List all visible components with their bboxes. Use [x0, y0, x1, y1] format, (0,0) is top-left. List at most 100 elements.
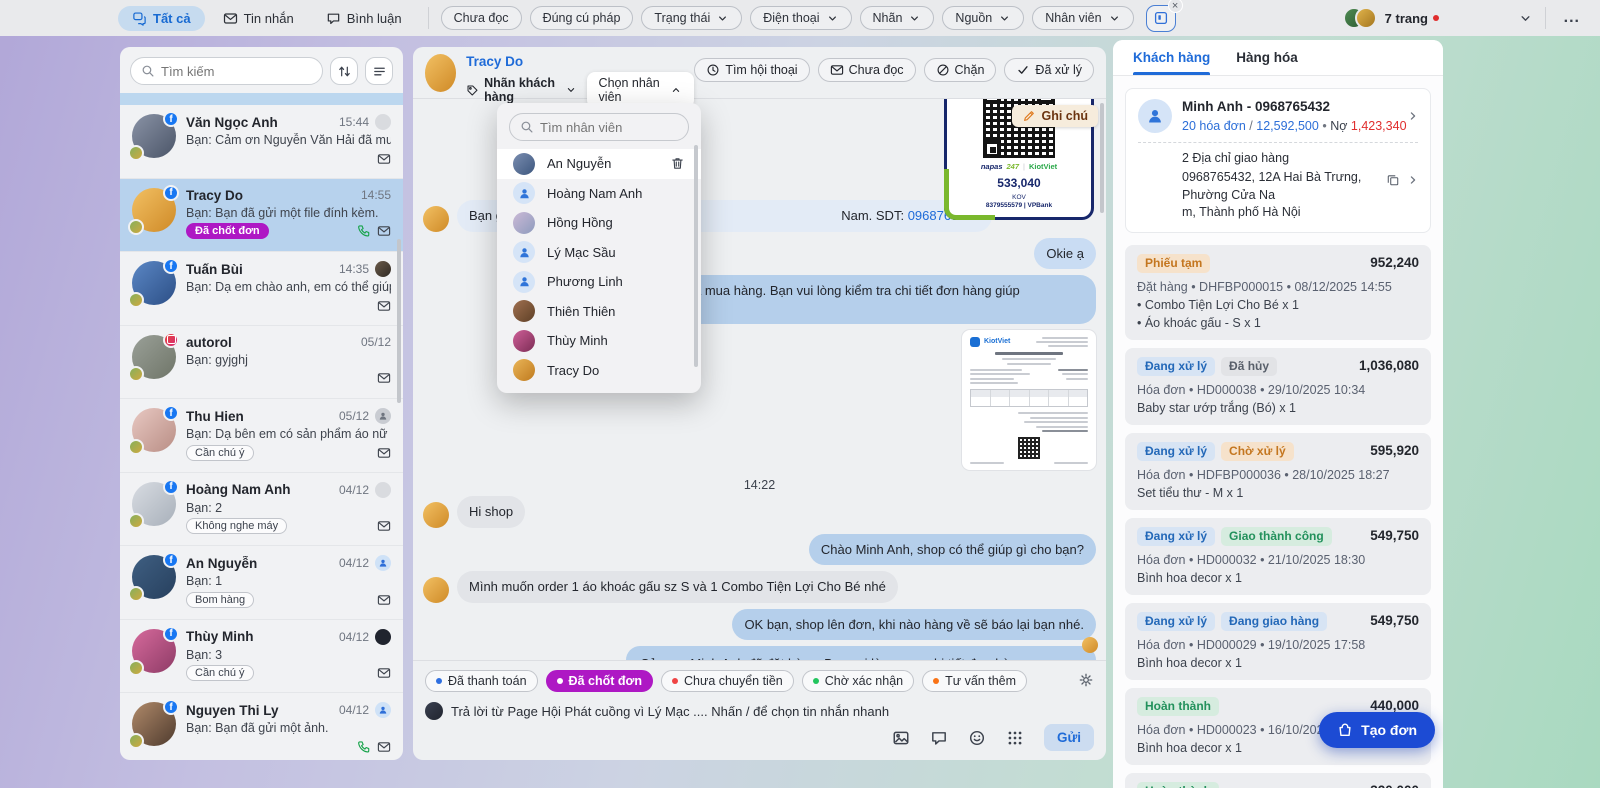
conversation-row[interactable]: An Nguyễn 04/12 Bạn: 1 Bom hàng: [120, 546, 403, 620]
find-conversation-button[interactable]: Tìm hội thoại: [694, 58, 810, 82]
more-menu-button[interactable]: ...: [1558, 9, 1586, 27]
facebook-icon: [163, 184, 179, 201]
composer[interactable]: Trả lời từ Page Hội Phát cuồng vì Lý Mạc…: [425, 702, 1094, 720]
chat-contact-name[interactable]: Tracy Do: [466, 54, 694, 69]
status-tag-waiting[interactable]: Chờ xác nhận: [801, 670, 915, 692]
address-text[interactable]: 0968765432, 12A Hai Bà Trưng, Phường Cửa…: [1182, 169, 1418, 222]
mark-unread-button[interactable]: Chưa đọc: [817, 58, 916, 82]
page-avatar: [128, 439, 144, 455]
filter-syntax-label: Đúng cú pháp: [542, 11, 621, 25]
chat-scrollbar[interactable]: [1100, 103, 1104, 213]
status-tag-consult[interactable]: Tư vấn thêm: [922, 670, 1028, 692]
filter-label[interactable]: Nhãn: [859, 6, 935, 30]
emoji-icon[interactable]: [968, 729, 986, 747]
tab-products[interactable]: Hàng hóa: [1236, 40, 1298, 75]
list-filter-button[interactable]: [365, 57, 393, 85]
customer-detail-chevron[interactable]: [1406, 109, 1420, 123]
apps-grid-icon[interactable]: [1006, 729, 1024, 747]
staff-item[interactable]: Thiên Thiên: [497, 297, 701, 327]
send-button[interactable]: Gửi: [1043, 724, 1094, 751]
order-card[interactable]: Đang xử lý Đã hủy 1,036,080 Hóa đơn • HD0…: [1125, 347, 1431, 425]
avatar: [423, 205, 449, 232]
tab-all[interactable]: Tất cả: [118, 5, 205, 31]
tab-messages[interactable]: Tin nhắn: [209, 6, 308, 31]
staff-search-box[interactable]: [509, 113, 689, 141]
staff-item[interactable]: Hồng Hồng: [497, 208, 701, 238]
staff-item[interactable]: Tracy Do: [497, 356, 701, 386]
chevron-down-icon: [1518, 11, 1533, 26]
assignee-avatar: [375, 261, 391, 277]
order-card[interactable]: Đang xử lý Đang giao hàng 549,750 Hóa đơn…: [1125, 602, 1431, 680]
status-tag-label: Tư vấn thêm: [945, 674, 1017, 688]
tag-settings-button[interactable]: [1078, 672, 1094, 688]
avatar: [423, 501, 449, 528]
remove-staff-button[interactable]: [670, 156, 685, 171]
resolved-button[interactable]: Đã xử lý: [1004, 58, 1094, 82]
address-chevron[interactable]: [1406, 173, 1420, 187]
image-icon[interactable]: [892, 729, 910, 747]
staff-item[interactable]: Phương Linh: [497, 267, 701, 297]
invoice-brand: KiotViet: [984, 338, 1011, 346]
order-card[interactable]: Hoàn thành 320,000 Hóa đơn • HD000020 • …: [1125, 772, 1431, 788]
copy-address-button[interactable]: [1386, 173, 1400, 187]
customer-total[interactable]: 12,592,500: [1256, 119, 1319, 133]
staff-name: Hồng Hồng: [547, 215, 613, 231]
board-icon: [1153, 10, 1169, 26]
filter-unread[interactable]: Chưa đọc: [440, 6, 522, 30]
order-status-badge: Chờ xử lý: [1221, 441, 1294, 461]
staff-item[interactable]: Lý Mạc Sầu: [497, 238, 701, 268]
conversation-row[interactable]: Văn Ngọc Anh 15:44 Bạn: Cảm ơn Nguyễn Văn…: [120, 105, 403, 179]
napas-logo: napas: [980, 162, 1003, 171]
chevron-right-icon: [1406, 109, 1420, 123]
sidebar-scrollbar[interactable]: [397, 239, 401, 403]
filter-status[interactable]: Trạng thái: [641, 6, 743, 30]
quick-reply-icon[interactable]: [930, 729, 948, 747]
dropdown-scrollbar[interactable]: [694, 145, 698, 367]
filter-source[interactable]: Nguồn: [942, 6, 1025, 30]
status-tag-no-transfer[interactable]: Chưa chuyển tiền: [661, 670, 794, 692]
order-status-badge: Đang xử lý: [1137, 356, 1216, 376]
customer-invoice-count[interactable]: 20 hóa đơn: [1182, 119, 1246, 133]
staff-item-selected[interactable]: An Nguyễn: [497, 149, 701, 179]
status-tag-paid[interactable]: Đã thanh toán: [425, 670, 538, 692]
conversation-row-selected[interactable]: Tracy Do 14:55 Bạn: Bạn đã gửi một file đ…: [120, 178, 403, 252]
board-filter-button[interactable]: [1145, 0, 1183, 32]
clear-filter-badge[interactable]: [1167, 0, 1183, 13]
block-button[interactable]: Chặn: [923, 58, 997, 82]
conversation-row[interactable]: Thùy Minh 04/12 Bạn: 3 Cần chú ý: [120, 620, 403, 693]
order-card[interactable]: Đang xử lý Giao thành công 549,750 Hóa đơ…: [1125, 517, 1431, 595]
order-card[interactable]: Phiếu tạm 952,240 Đặt hàng • DHFBP000015…: [1125, 244, 1431, 340]
conversation-row[interactable]: autorol 05/12 Bạn: gyjghj: [120, 326, 403, 399]
filter-staff[interactable]: Nhân viên: [1032, 6, 1134, 30]
conversation-row[interactable]: Tuấn Bùi 14:35 Bạn: Dạ em chào anh, em có…: [120, 252, 403, 326]
search-input[interactable]: [161, 63, 312, 79]
conversation-name: An Nguyễn: [186, 555, 258, 571]
invoice-image-message[interactable]: KiotViet: [962, 330, 1096, 471]
tab-customer[interactable]: Khách hàng: [1133, 40, 1211, 75]
kiotviet-logo-icon: [970, 337, 980, 348]
filter-phone-label: Điện thoại: [763, 11, 820, 25]
page-selector[interactable]: 7 trang: [1342, 7, 1533, 29]
sort-button[interactable]: [330, 57, 358, 85]
filter-syntax[interactable]: Đúng cú pháp: [529, 6, 634, 30]
search-box[interactable]: [130, 57, 323, 85]
order-meta: Hóa đơn • HD000032 • 21/10/2025 18:30: [1137, 552, 1366, 567]
tab-comments[interactable]: Bình luận: [312, 6, 416, 31]
staff-search-input[interactable]: [540, 119, 678, 135]
order-card-message: Cảm ơn Minh Anh đã đặt hàng. Bạn vui lòn…: [626, 646, 1096, 660]
conversation-row[interactable]: Thu Hien 05/12 Bạn: Dạ bên em có sản phẩm…: [120, 399, 403, 473]
page-avatar: [128, 145, 144, 161]
create-order-button[interactable]: Tạo đơn: [1319, 712, 1435, 748]
conversation-row[interactable]: Nguyen Thi Ly 04/12 Bạn: Bạn đã gửi một ả…: [120, 693, 403, 760]
find-conversation-label: Tìm hội thoại: [725, 63, 798, 77]
conversation-row[interactable]: Hoàng Nam Anh 04/12 Bạn: 2 Không nghe máy: [120, 473, 403, 546]
assignee-avatar: [375, 408, 391, 424]
customer-card[interactable]: Minh Anh - 0968765432 20 hóa đơn / 12,59…: [1125, 88, 1431, 233]
staff-item[interactable]: Hoàng Nam Anh: [497, 179, 701, 209]
filter-phone[interactable]: Điện thoại: [750, 6, 852, 30]
order-card[interactable]: Đang xử lý Chờ xử lý 595,920 Hóa đơn • HD…: [1125, 432, 1431, 510]
assignee-avatar: [375, 114, 391, 130]
staff-item[interactable]: Thùy Minh: [497, 326, 701, 356]
status-tag-closed[interactable]: Đã chốt đơn: [545, 670, 654, 692]
note-button[interactable]: Ghi chú: [1012, 105, 1098, 127]
